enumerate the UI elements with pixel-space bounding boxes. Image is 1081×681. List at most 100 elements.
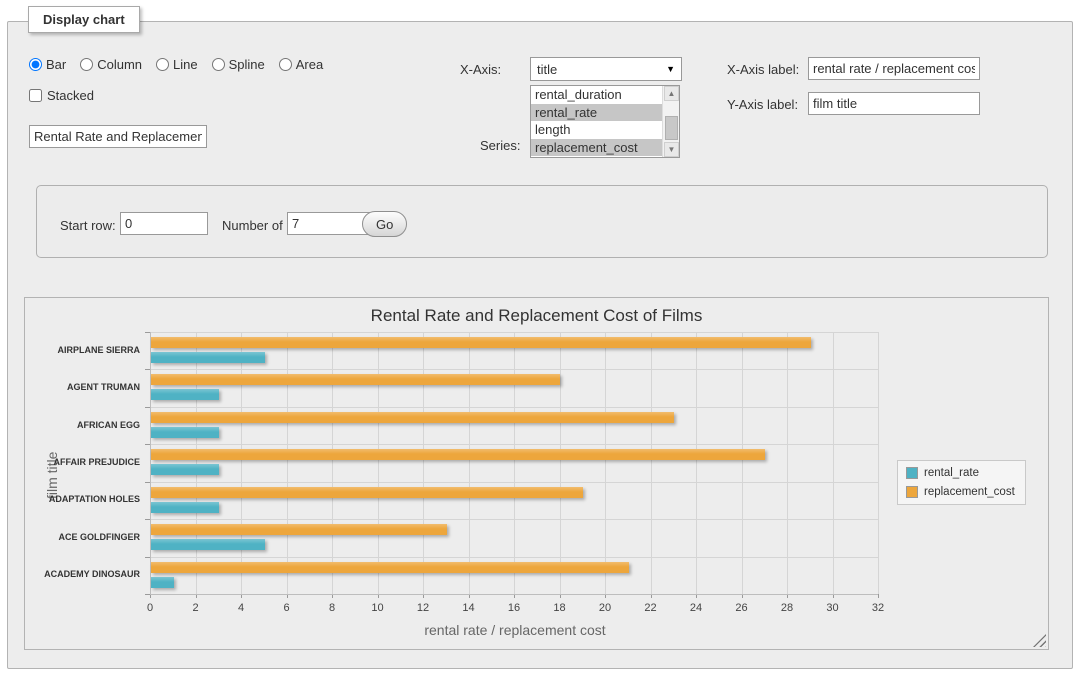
gridline	[878, 332, 879, 594]
resize-grip-icon[interactable]	[1033, 634, 1046, 647]
bar-rental_rate	[151, 427, 219, 438]
x-tick-label: 26	[725, 602, 759, 614]
stacked-row: Stacked	[29, 88, 94, 103]
category-label: AGENT TRUMAN	[25, 382, 140, 392]
chart-container: Rental Rate and Replacement Cost of Film…	[24, 297, 1049, 650]
y-axis-label-caption: Y-Axis label:	[727, 97, 798, 112]
chart-type-radio-spline[interactable]	[212, 58, 225, 71]
bar-rental_rate	[151, 502, 219, 513]
chart-type-radio-line[interactable]	[156, 58, 169, 71]
x-tick-label: 32	[861, 602, 895, 614]
scrollbar-thumb[interactable]	[665, 116, 678, 140]
chart-title: Rental Rate and Replacement Cost of Film…	[25, 306, 1048, 326]
series-option-rental_rate[interactable]: rental_rate	[531, 104, 663, 122]
bar-replacement_cost	[151, 562, 629, 573]
gridline	[742, 332, 743, 594]
x-axis-select[interactable]: title ▼	[530, 57, 682, 81]
series-list-label: Series:	[480, 138, 520, 153]
go-button[interactable]: Go	[362, 211, 407, 237]
gridline	[469, 332, 470, 594]
chart-type-radio-bar[interactable]	[29, 58, 42, 71]
legend-label-replacement_cost: replacement_cost	[924, 486, 1015, 498]
gridline	[150, 407, 878, 408]
category-label: ADAPTATION HOLES	[25, 494, 140, 504]
legend-item-rental_rate[interactable]: rental_rate	[906, 467, 1015, 479]
x-tick-mark	[878, 594, 879, 598]
bar-rental_rate	[151, 464, 219, 475]
chart-type-label-column: Column	[97, 57, 142, 72]
bar-rental_rate	[151, 539, 265, 550]
gridline	[560, 332, 561, 594]
x-tick-label: 6	[270, 602, 304, 614]
select-dropdown-arrow-icon: ▼	[666, 64, 675, 74]
bar-rental_rate	[151, 577, 174, 588]
x-axis-label-caption: X-Axis label:	[727, 62, 799, 77]
gridline	[514, 332, 515, 594]
chart-type-radio-area[interactable]	[279, 58, 292, 71]
gridline	[241, 332, 242, 594]
gridline	[150, 519, 878, 520]
chart-legend: rental_rate replacement_cost	[897, 460, 1026, 505]
category-label: ACADEMY DINOSAUR	[25, 569, 140, 579]
gridline	[423, 332, 424, 594]
chart-title-input[interactable]	[29, 125, 207, 148]
x-tick-label: 16	[497, 602, 531, 614]
gridline	[833, 332, 834, 594]
start-row-label: Start row:	[60, 218, 116, 233]
x-tick-label: 14	[452, 602, 486, 614]
series-listbox[interactable]: rental_durationrental_ratelengthreplacem…	[530, 85, 680, 158]
chart-type-label-line: Line	[173, 57, 198, 72]
gridline	[150, 482, 878, 483]
bar-rental_rate	[151, 389, 219, 400]
chart-type-label-spline: Spline	[229, 57, 265, 72]
bar-replacement_cost	[151, 449, 765, 460]
y-axis-line	[150, 332, 151, 594]
bar-replacement_cost	[151, 374, 560, 385]
page: Display chart BarColumnLineSplineArea St…	[0, 0, 1081, 681]
chart-type-radio-group: BarColumnLineSplineArea	[29, 57, 333, 72]
x-tick-label: 28	[770, 602, 804, 614]
scroll-up-icon[interactable]: ▲	[664, 86, 679, 101]
start-row-input[interactable]	[120, 212, 208, 235]
stacked-checkbox[interactable]	[29, 89, 42, 102]
x-axis-select-label: X-Axis:	[460, 62, 501, 77]
chart-type-label-bar: Bar	[46, 57, 66, 72]
x-tick-label: 0	[133, 602, 167, 614]
gridline	[196, 332, 197, 594]
x-tick-label: 12	[406, 602, 440, 614]
gridline	[787, 332, 788, 594]
x-tick-label: 8	[315, 602, 349, 614]
fieldset-legend: Display chart	[28, 6, 140, 33]
x-axis-line	[150, 594, 878, 595]
legend-swatch-replacement_cost	[906, 486, 918, 498]
x-tick-label: 20	[588, 602, 622, 614]
gridline	[150, 557, 878, 558]
scroll-down-icon[interactable]: ▼	[664, 142, 679, 157]
x-axis-label-input[interactable]	[808, 57, 980, 80]
x-tick-label: 18	[543, 602, 577, 614]
gridline	[150, 332, 878, 333]
bar-rental_rate	[151, 352, 265, 363]
gridline	[150, 369, 878, 370]
x-axis-selected-value: title	[537, 62, 666, 77]
x-tick-label: 4	[224, 602, 258, 614]
stacked-label: Stacked	[47, 88, 94, 103]
gridline	[651, 332, 652, 594]
bar-replacement_cost	[151, 524, 447, 535]
listbox-scrollbar[interactable]: ▲ ▼	[662, 86, 679, 157]
gridline	[696, 332, 697, 594]
category-label: ACE GOLDFINGER	[25, 532, 140, 542]
chart-x-axis-title: rental rate / replacement cost	[285, 622, 745, 638]
bar-replacement_cost	[151, 412, 674, 423]
gridline	[332, 332, 333, 594]
gridline	[378, 332, 379, 594]
series-option-length[interactable]: length	[531, 121, 663, 139]
chart-type-radio-column[interactable]	[80, 58, 93, 71]
x-tick-label: 22	[634, 602, 668, 614]
y-axis-label-input[interactable]	[808, 92, 980, 115]
series-option-rental_duration[interactable]: rental_duration	[531, 86, 663, 104]
legend-item-replacement_cost[interactable]: replacement_cost	[906, 486, 1015, 498]
legend-swatch-rental_rate	[906, 467, 918, 479]
series-option-replacement_cost[interactable]: replacement_cost	[531, 139, 663, 157]
category-label: AFRICAN EGG	[25, 420, 140, 430]
